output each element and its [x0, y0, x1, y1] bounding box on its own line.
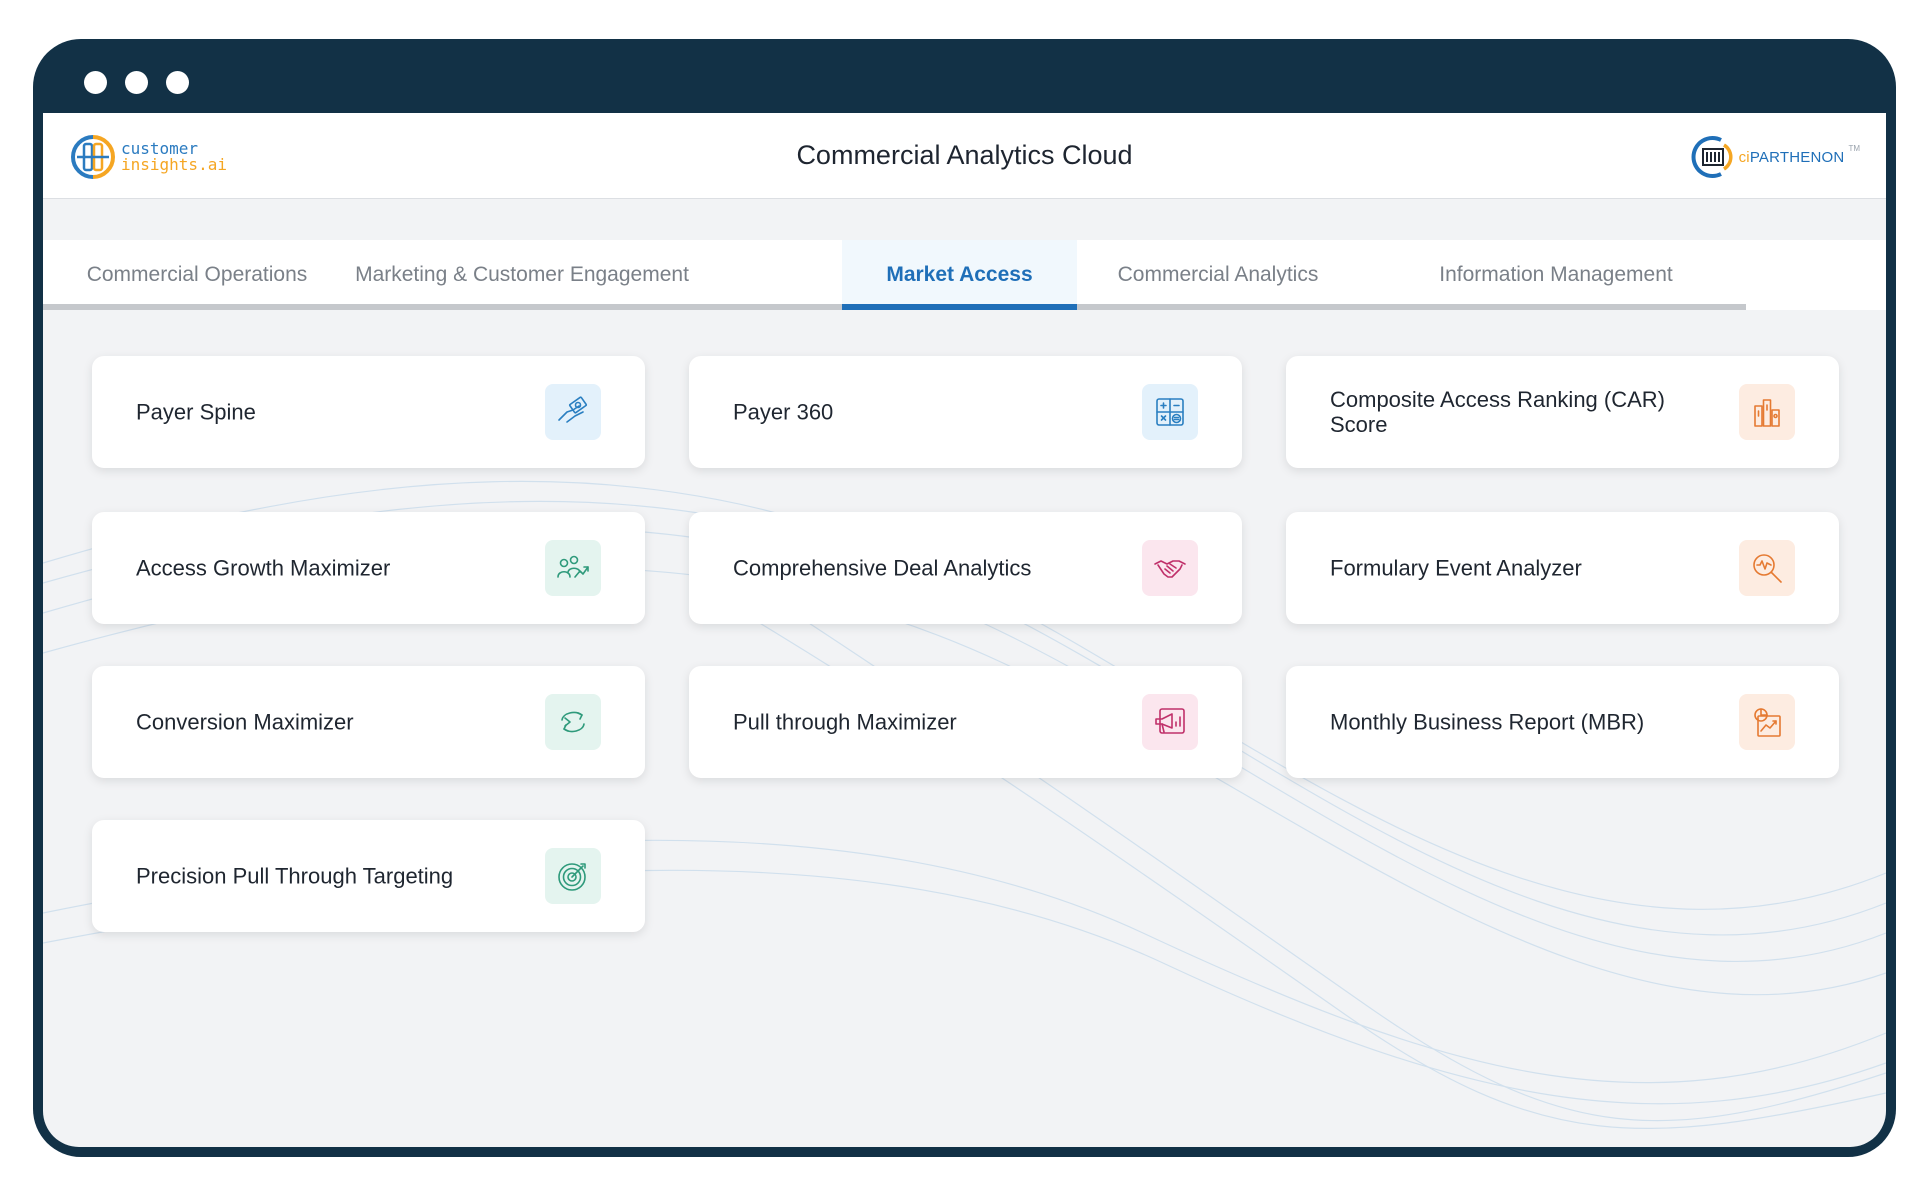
card-formulary-event-analyzer[interactable]: Formulary Event Analyzer	[1286, 512, 1839, 624]
trademark-mark: TM	[1848, 144, 1860, 153]
tab-information-management[interactable]: Information Management	[1403, 240, 1709, 310]
ciparthenon-logo-prefix: ci	[1738, 148, 1750, 166]
card-comprehensive-deal-analytics[interactable]: Comprehensive Deal Analytics	[689, 512, 1242, 624]
card-monthly-business-report[interactable]: Monthly Business Report (MBR)	[1286, 666, 1839, 778]
card-pull-through-maximizer[interactable]: Pull through Maximizer	[689, 666, 1242, 778]
tab-commercial-analytics[interactable]: Commercial Analytics	[1077, 240, 1359, 310]
ciparthenon-logo-icon	[1691, 136, 1733, 178]
card-composite-access-ranking[interactable]: Composite Access Ranking (CAR) Score	[1286, 356, 1839, 468]
ciparthenon-logo-name: PARTHENON	[1749, 148, 1845, 166]
ranking-bars-icon	[1754, 399, 1780, 427]
handshake-icon	[1154, 560, 1186, 578]
window-controls	[84, 71, 189, 94]
window-dot[interactable]	[84, 71, 107, 94]
window-dot[interactable]	[166, 71, 189, 94]
conversion-arrows-icon	[561, 711, 585, 733]
card-icon-box	[1739, 694, 1795, 750]
card-icon-box	[545, 540, 601, 596]
tab-market-access[interactable]: Market Access	[842, 240, 1077, 310]
ciparthenon-logo-text: ciPARTHENON	[1739, 149, 1845, 166]
card-icon-box	[545, 384, 601, 440]
card-icon-box	[545, 694, 601, 750]
card-label: Payer 360	[733, 399, 834, 425]
magnifier-pulse-icon	[1753, 554, 1782, 583]
card-precision-pull-through-targeting[interactable]: Precision Pull Through Targeting	[92, 820, 645, 932]
card-label: Composite Access Ranking (CAR) Score	[1330, 387, 1666, 437]
calculator-icon	[1156, 398, 1184, 426]
card-icon-box	[1142, 540, 1198, 596]
card-icon-box	[1142, 384, 1198, 440]
money-hand-icon	[558, 396, 588, 423]
card-label: Payer Spine	[136, 399, 256, 425]
target-icon	[558, 863, 586, 891]
tab-marketing-customer-engagement[interactable]: Marketing & Customer Engagement	[351, 240, 693, 310]
people-growth-icon	[557, 555, 589, 578]
window-dot[interactable]	[125, 71, 148, 94]
report-chart-icon	[1754, 708, 1781, 737]
card-payer-360[interactable]: Payer 360	[689, 356, 1242, 468]
tab-commercial-operations[interactable]: Commercial Operations	[43, 240, 351, 310]
card-access-growth-maximizer[interactable]: Access Growth Maximizer	[92, 512, 645, 624]
megaphone-chart-icon	[1155, 708, 1185, 734]
tab-bar: Commercial Operations Marketing & Custom…	[43, 240, 1886, 310]
card-payer-spine[interactable]: Payer Spine	[92, 356, 645, 468]
card-icon-box	[1142, 694, 1198, 750]
app-screen: customer insights.ai Commercial Analytic…	[43, 113, 1886, 1147]
card-conversion-maximizer[interactable]: Conversion Maximizer	[92, 666, 645, 778]
page-title: Commercial Analytics Cloud	[796, 140, 1133, 170]
card-icon-box	[1739, 384, 1795, 440]
card-label: Pull through Maximizer	[733, 709, 957, 735]
card-icon-box	[545, 848, 601, 904]
card-label: Access Growth Maximizer	[136, 555, 391, 581]
app-header: customer insights.ai Commercial Analytic…	[43, 113, 1886, 199]
card-label: Monthly Business Report (MBR)	[1330, 709, 1645, 735]
card-icon-box	[1739, 540, 1795, 596]
card-label: Formulary Event Analyzer	[1330, 555, 1582, 581]
ciparthenon-logo[interactable]: ciPARTHENON TM	[1691, 134, 1860, 180]
browser-window: customer insights.ai Commercial Analytic…	[33, 39, 1896, 1157]
card-label: Comprehensive Deal Analytics	[733, 555, 1032, 581]
card-label: Conversion Maximizer	[136, 709, 354, 735]
card-label: Precision Pull Through Targeting	[136, 863, 454, 889]
